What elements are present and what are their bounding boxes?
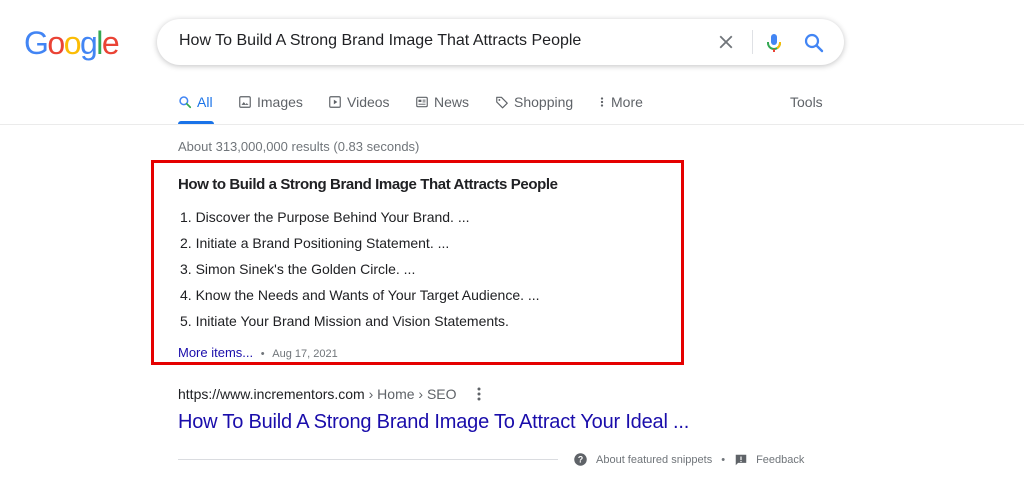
google-logo[interactable]: Google <box>24 25 120 61</box>
separator-dot: • <box>260 348 265 360</box>
tab-label: Images <box>257 94 303 110</box>
search-divider <box>752 30 753 54</box>
mic-icon[interactable] <box>762 31 786 55</box>
tag-icon <box>496 96 508 109</box>
snippet-footer: ? About featured snippets • Feedback <box>573 452 804 467</box>
tab-label: News <box>434 94 470 110</box>
logo-letter: G <box>24 25 49 61</box>
list-item: 5. Initiate Your Brand Mission and Visio… <box>180 313 509 329</box>
result-cite[interactable]: https://www.incrementors.com › Home › SE… <box>178 386 457 402</box>
close-icon[interactable] <box>715 31 737 53</box>
snippet-title: How to Build a Strong Brand Image That A… <box>178 176 558 193</box>
search-box[interactable]: How To Build A Strong Brand Image That A… <box>157 19 844 65</box>
more-items-link[interactable]: More items... <box>178 345 253 360</box>
search-icon <box>179 96 192 109</box>
snippet-date: Aug 17, 2021 <box>272 348 338 360</box>
list-item: 4. Know the Needs and Wants of Your Targ… <box>180 287 540 303</box>
tab-label: All <box>197 94 213 110</box>
logo-letter: o <box>63 25 82 61</box>
tab-more[interactable]: More <box>598 94 643 110</box>
result-breadcrumb: › Home › SEO <box>364 386 457 402</box>
list-item: 1. Discover the Purpose Behind Your Bran… <box>180 209 470 225</box>
logo-letter: g <box>79 25 98 61</box>
tab-label: Shopping <box>514 94 574 110</box>
tab-all[interactable]: All <box>178 94 213 110</box>
more-options-icon[interactable] <box>471 386 487 402</box>
tab-videos[interactable]: Videos <box>328 94 390 110</box>
logo-letter: o <box>47 25 65 61</box>
help-icon: ? <box>574 453 587 466</box>
tab-shopping[interactable]: Shopping <box>495 94 573 110</box>
about-featured-snippets-link[interactable]: ? About featured snippets <box>573 452 712 467</box>
search-icon[interactable] <box>802 31 826 55</box>
snippet-more-row: More items... • Aug 17, 2021 <box>178 345 338 360</box>
tab-label: More <box>611 94 643 110</box>
result-title-link[interactable]: How To Build A Strong Brand Image To Att… <box>178 411 689 434</box>
separator-dot: • <box>721 453 726 466</box>
play-icon <box>329 96 341 108</box>
tab-label: Videos <box>347 94 390 110</box>
footer-divider <box>178 459 558 460</box>
result-url: https://www.incrementors.com <box>178 386 365 402</box>
logo-letter: e <box>101 25 120 61</box>
more-vert-icon <box>600 97 604 107</box>
about-label: About featured snippets <box>596 453 713 466</box>
image-icon <box>239 96 251 108</box>
tab-images[interactable]: Images <box>238 94 303 110</box>
snippet-list: 1. Discover the Purpose Behind Your Bran… <box>180 208 540 338</box>
result-stats: About 313,000,000 results (0.83 seconds) <box>178 139 420 154</box>
tools-button[interactable]: Tools <box>790 94 823 110</box>
list-item: 2. Initiate a Brand Positioning Statemen… <box>180 235 450 251</box>
news-icon <box>416 96 428 108</box>
feedback-label: Feedback <box>756 453 805 466</box>
feedback-link[interactable]: Feedback <box>734 453 804 467</box>
tab-news[interactable]: News <box>415 94 469 110</box>
search-input[interactable]: How To Build A Strong Brand Image That A… <box>179 32 581 50</box>
list-item: 3. Simon Sinek's the Golden Circle. ... <box>180 261 416 277</box>
svg-text:?: ? <box>578 455 583 465</box>
header-divider <box>0 124 1024 125</box>
feedback-icon <box>735 454 747 465</box>
